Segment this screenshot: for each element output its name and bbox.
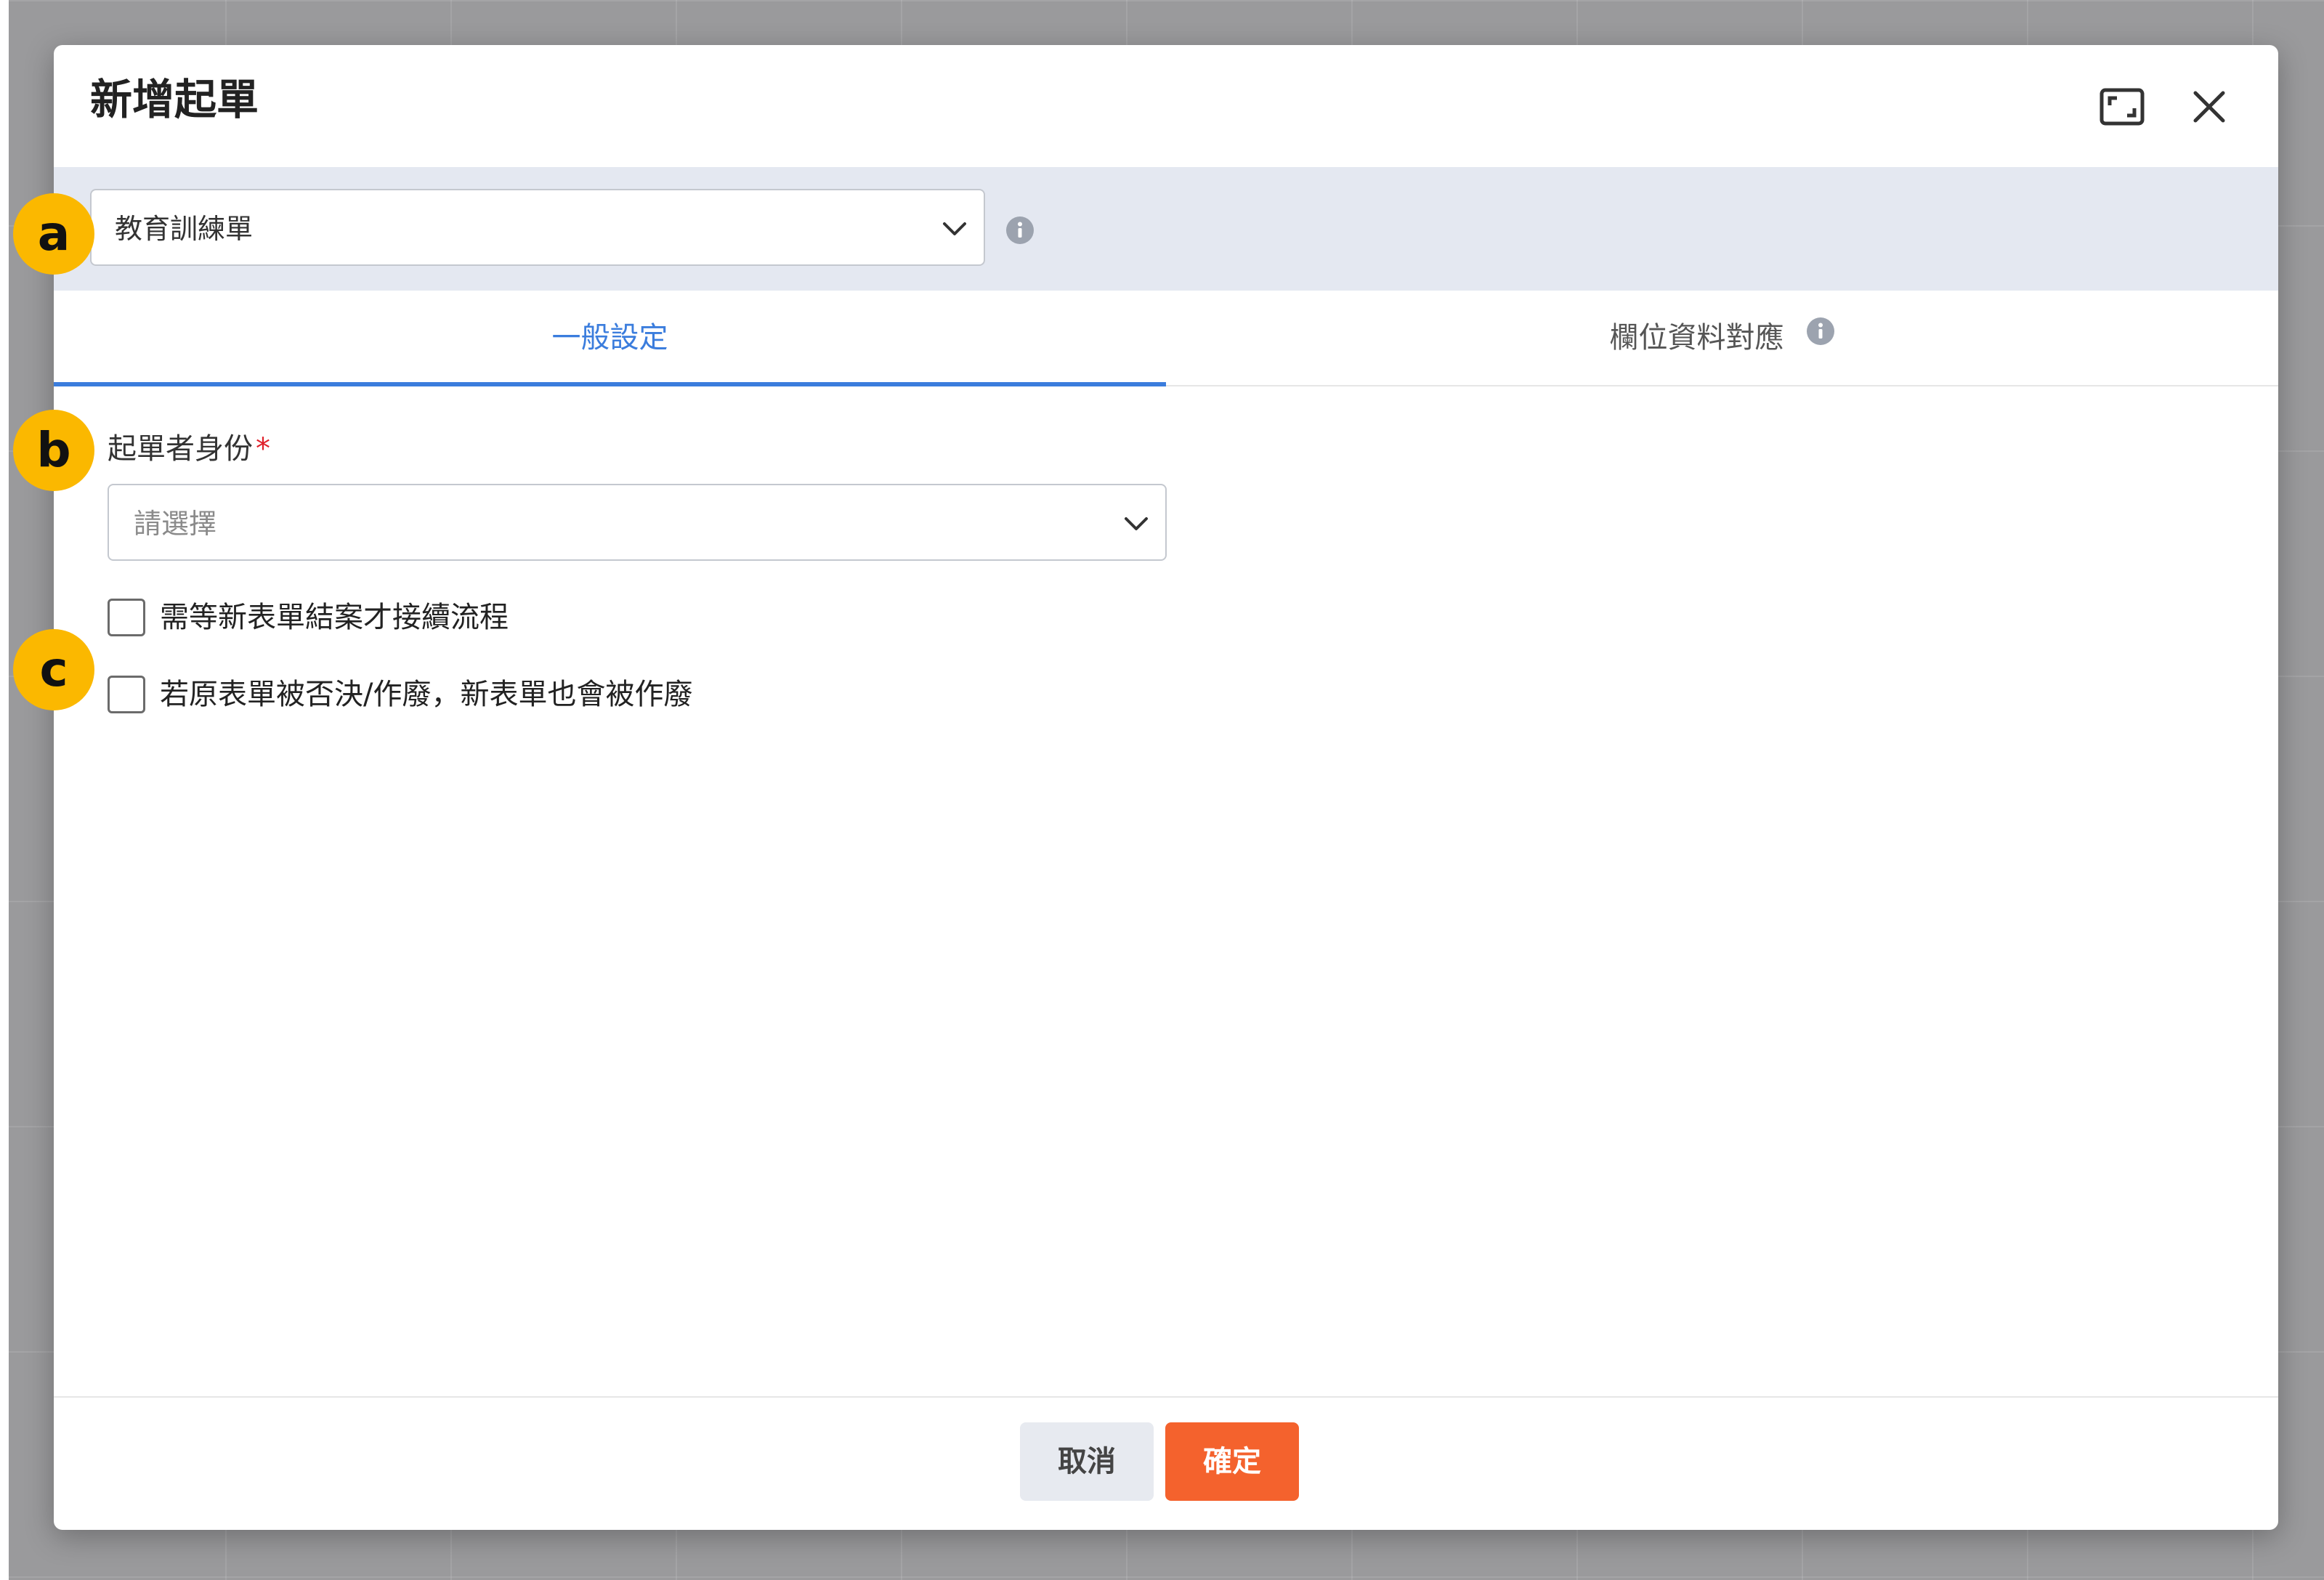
wait-for-close-option: 需等新表單結案才接續流程 — [108, 597, 509, 638]
tab-label: 一般設定 — [551, 321, 668, 355]
void-cascade-label[interactable]: 若原表單被否決/作廢，新表單也會被作廢 — [160, 680, 692, 709]
chevron-down-icon — [943, 222, 966, 235]
wait-for-close-checkbox[interactable] — [108, 599, 145, 636]
chevron-down-icon — [1125, 517, 1148, 530]
confirm-button[interactable]: 確定 — [1165, 1422, 1299, 1501]
maximize-icon — [2100, 88, 2145, 126]
void-cascade-option: 若原表單被否決/作廢，新表單也會被作廢 — [108, 674, 692, 715]
left-edge-strip — [0, 0, 9, 1580]
wait-for-close-label[interactable]: 需等新表單結案才接續流程 — [160, 603, 509, 632]
tab-general-settings[interactable]: 一般設定 — [54, 291, 1166, 386]
initiator-role-placeholder: 請選擇 — [134, 508, 217, 540]
active-tab-indicator — [54, 382, 1166, 386]
initiator-role-select[interactable]: 請選擇 — [108, 484, 1167, 561]
initiator-role-label: 起單者身份 * — [108, 434, 270, 463]
cancel-button[interactable]: 取消 — [1020, 1422, 1154, 1501]
form-type-bar: 教育訓練單 — [54, 167, 2278, 291]
form-type-select[interactable]: 教育訓練單 — [90, 189, 985, 266]
close-icon — [2193, 91, 2225, 123]
info-icon[interactable] — [1806, 317, 1835, 346]
void-cascade-checkbox[interactable] — [108, 676, 145, 713]
new-form-dialog: 新增起單 教育訓練單 一般設定 欄位資料對應 起單者身份 * 請選擇 需等新表單… — [54, 45, 2278, 1530]
dialog-title: 新增起單 — [90, 75, 259, 124]
settings-tabs: 一般設定 欄位資料對應 — [54, 291, 2278, 386]
tab-field-mapping[interactable]: 欄位資料對應 — [1166, 291, 2278, 385]
info-icon[interactable] — [1005, 216, 1035, 245]
initiator-role-label-text: 起單者身份 — [108, 432, 253, 466]
annotation-badge-b: b — [13, 410, 94, 491]
tab-label: 欄位資料對應 — [1609, 321, 1784, 355]
maximize-button[interactable] — [2097, 81, 2147, 132]
form-type-value: 教育訓練單 — [115, 213, 254, 245]
annotation-badge-a: a — [13, 193, 94, 275]
close-button[interactable] — [2184, 81, 2235, 132]
required-mark: * — [256, 432, 270, 466]
annotation-badge-c: c — [13, 629, 94, 710]
